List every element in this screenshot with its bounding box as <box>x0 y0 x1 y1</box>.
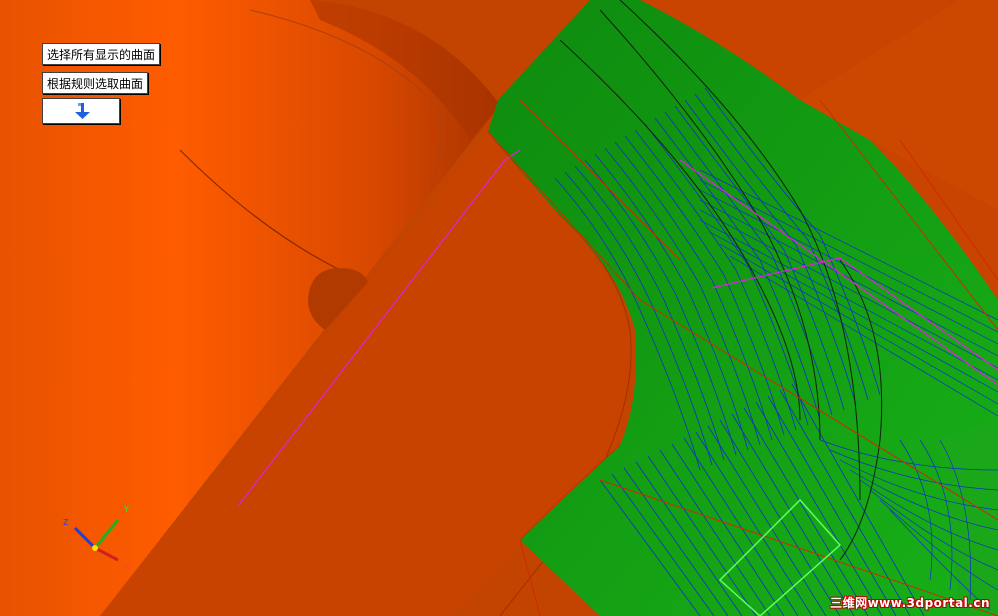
x-axis-label: X <box>124 563 130 572</box>
cad-viewport[interactable]: Z Y X 选择所有显示的曲面 根据规则选取曲面 三维网www.3dportal… <box>0 0 998 616</box>
model-scene[interactable]: Z Y X <box>0 0 998 616</box>
axis-origin <box>92 545 98 551</box>
z-axis-label: Z <box>63 518 69 527</box>
confirm-button[interactable] <box>42 98 120 124</box>
select-surfaces-by-rule-button[interactable]: 根据规则选取曲面 <box>42 72 149 94</box>
select-all-visible-surfaces-button[interactable]: 选择所有显示的曲面 <box>42 43 161 65</box>
arrow-down-return-icon <box>75 103 90 119</box>
watermark: 三维网www.3dportal.cn <box>830 596 990 610</box>
y-axis-label: Y <box>123 505 129 514</box>
